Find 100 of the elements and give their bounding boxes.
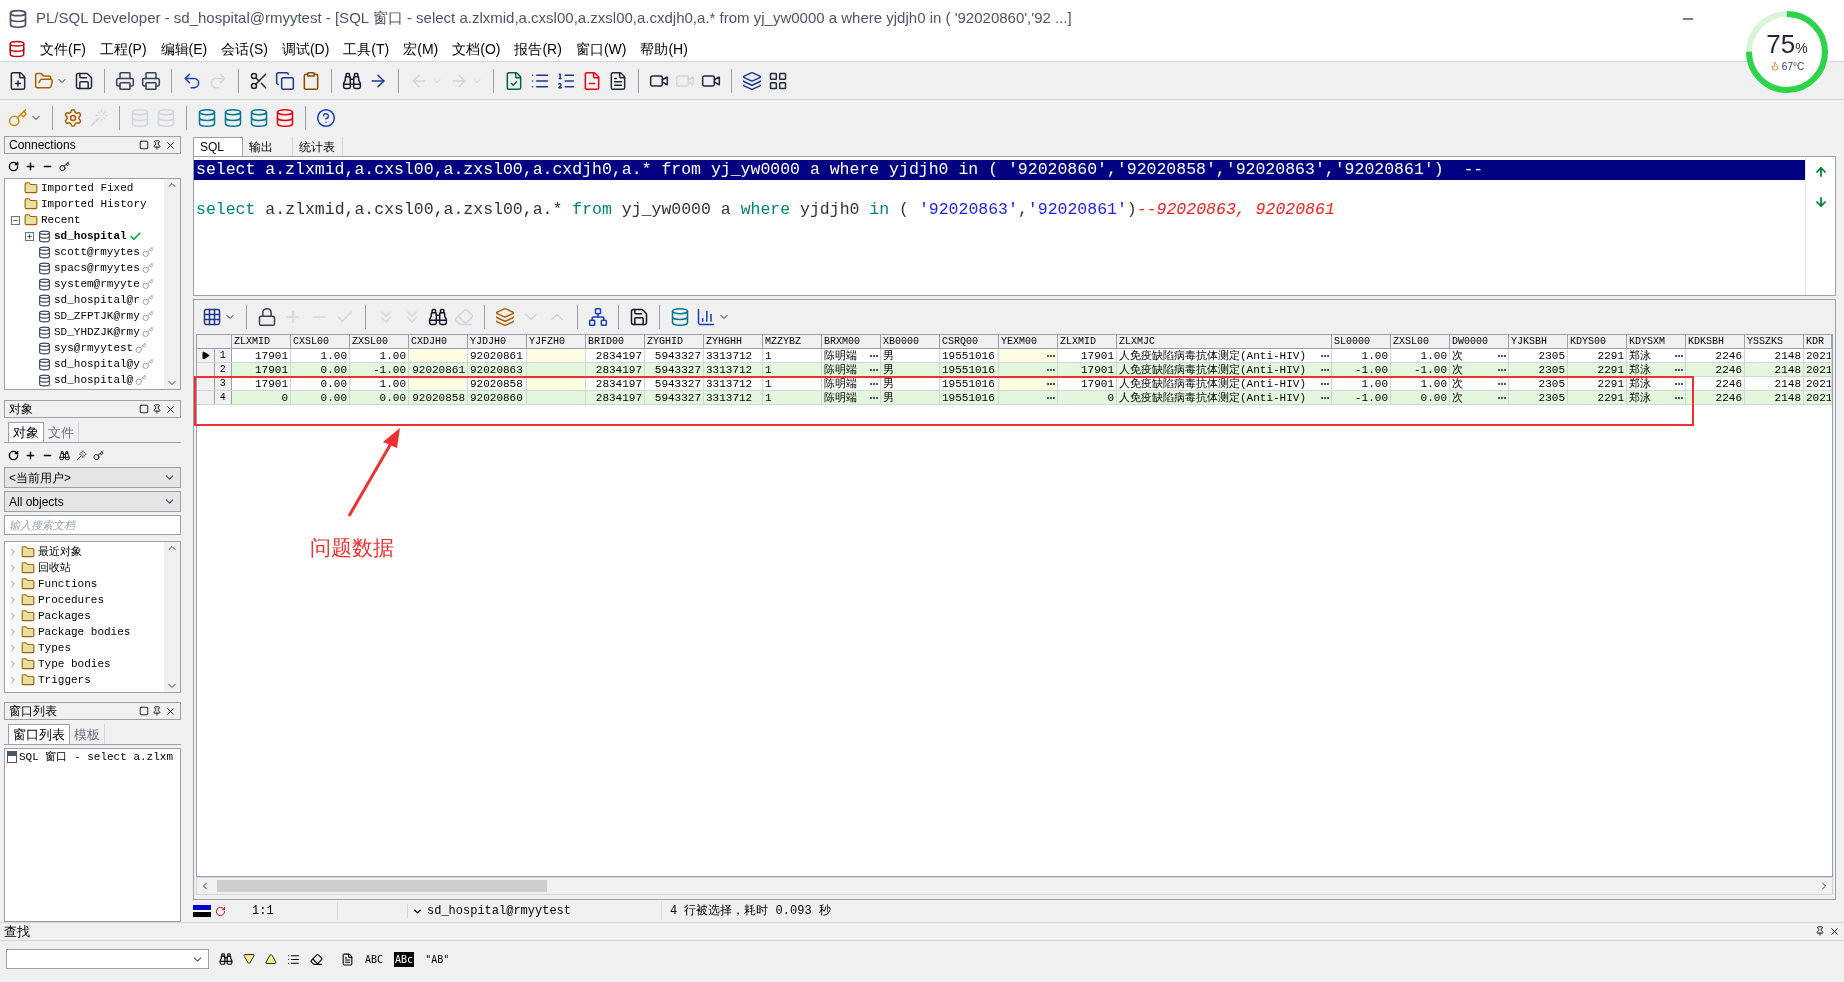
tree-item[interactable]: sd_hospital@r: [54, 291, 140, 309]
ellipsis-icon[interactable]: [1673, 396, 1683, 399]
column-header[interactable]: KDYS00: [1568, 335, 1627, 348]
down-triangle-icon[interactable]: [243, 953, 255, 965]
pin-icon[interactable]: [152, 404, 162, 414]
tree-item[interactable]: Functions: [38, 575, 98, 593]
save-icon[interactable]: [74, 70, 94, 91]
scrollbar-thumb[interactable]: [217, 880, 547, 892]
ellipsis-icon[interactable]: [1319, 368, 1329, 371]
tree-item[interactable]: spacs@rmyytes: [54, 259, 140, 277]
column-header[interactable]: BRID00: [586, 335, 645, 348]
column-header[interactable]: CXDJH0: [409, 335, 468, 348]
ellipsis-icon[interactable]: [1045, 368, 1055, 371]
scrollbar[interactable]: [164, 179, 180, 389]
document-icon[interactable]: [341, 952, 354, 966]
window-list-item[interactable]: SQL 窗口 - select a.zlxm: [19, 748, 174, 766]
binoculars-icon[interactable]: [428, 307, 448, 327]
close-icon[interactable]: [1829, 926, 1840, 937]
save-icon[interactable]: [629, 307, 649, 327]
menu-item[interactable]: 工程(P): [99, 38, 147, 60]
connection-name[interactable]: sd_hospital@rmyytest: [427, 902, 572, 920]
scrollbar[interactable]: [164, 542, 180, 692]
column-header[interactable]: ZXSL00: [350, 335, 409, 348]
user-dropdown[interactable]: <当前用户>: [4, 467, 181, 488]
ellipsis-icon[interactable]: [1045, 396, 1055, 399]
find-field[interactable]: [6, 949, 209, 969]
menu-item[interactable]: 窗口(W): [575, 38, 627, 60]
ellipsis-icon[interactable]: [868, 396, 878, 399]
tree-item[interactable]: sys@rmyytest: [54, 339, 134, 357]
tab[interactable]: 文件: [44, 422, 79, 442]
eraser-icon[interactable]: [310, 952, 323, 966]
column-header[interactable]: YJDJH0: [468, 335, 527, 348]
column-header[interactable]: DW0000: [1450, 335, 1509, 348]
tree-item[interactable]: Imported Fixed: [41, 179, 134, 197]
tree-item[interactable]: Triggers: [38, 671, 91, 689]
tree-item[interactable]: 最近对象: [38, 543, 82, 561]
menu-item[interactable]: 会话(S): [221, 38, 268, 60]
tree-item[interactable]: sd_hospital@: [54, 371, 134, 389]
column-header[interactable]: MZZYBZ: [763, 335, 822, 348]
column-header[interactable]: XB0000: [881, 335, 940, 348]
tree-item[interactable]: system@rmyyte: [54, 275, 140, 293]
ellipsis-icon[interactable]: [1496, 354, 1506, 357]
column-header[interactable]: CSRQ00: [940, 335, 999, 348]
tree-item[interactable]: SD_YHDZJK@rmy: [54, 323, 140, 341]
up-arrow-icon[interactable]: [1813, 165, 1828, 179]
column-header[interactable]: KDYSXM: [1627, 335, 1686, 348]
ellipsis-icon[interactable]: [1045, 382, 1055, 385]
float-icon[interactable]: [139, 140, 149, 150]
column-header[interactable]: YJFZH0: [527, 335, 586, 348]
refresh-icon[interactable]: [8, 449, 19, 461]
float-icon[interactable]: [139, 706, 149, 716]
column-header[interactable]: ZLXMJC: [1117, 335, 1332, 348]
ellipsis-icon[interactable]: [1319, 382, 1329, 385]
column-header[interactable]: YJKSBH: [1509, 335, 1568, 348]
search-field[interactable]: 输入搜索文档: [4, 515, 181, 535]
ellipsis-icon[interactable]: [1673, 354, 1683, 357]
tree-item[interactable]: Procedures: [38, 591, 104, 609]
ellipsis-icon[interactable]: [1673, 382, 1683, 385]
close-icon[interactable]: [165, 403, 176, 415]
document-icon[interactable]: [608, 70, 628, 91]
expand-icon[interactable]: [24, 231, 34, 241]
grid-icon[interactable]: [768, 70, 788, 91]
ellipsis-icon[interactable]: [1045, 354, 1055, 357]
ellipsis-icon[interactable]: [1496, 368, 1506, 371]
column-header[interactable]: SL0000: [1332, 335, 1391, 348]
up-triangle-icon[interactable]: [265, 953, 277, 965]
database-icon[interactable]: [670, 307, 690, 327]
tree-item[interactable]: sd_hospital@y: [54, 355, 140, 373]
menu-item[interactable]: 文件(F): [40, 38, 86, 60]
pin-icon[interactable]: [1815, 926, 1825, 936]
column-header[interactable]: YSSZKS: [1745, 335, 1804, 348]
lines-icon[interactable]: [287, 952, 300, 966]
new-file-icon[interactable]: [8, 70, 28, 91]
column-header[interactable]: ZYHGHH: [704, 335, 763, 348]
column-header[interactable]: ZXSL00: [1391, 335, 1450, 348]
binoculars-icon[interactable]: [219, 952, 233, 966]
gear-icon[interactable]: [63, 108, 83, 128]
database-icon[interactable]: [249, 108, 269, 128]
scrollbar[interactable]: [196, 877, 1833, 895]
pin-icon[interactable]: [152, 706, 162, 716]
database-icon[interactable]: [275, 108, 295, 128]
chart-icon[interactable]: [696, 307, 716, 327]
ellipsis-icon[interactable]: [1496, 382, 1506, 385]
tree-item[interactable]: Recent: [41, 211, 81, 229]
printer-icon[interactable]: [115, 70, 135, 91]
ellipsis-icon[interactable]: [1319, 354, 1329, 357]
float-icon[interactable]: [139, 404, 149, 414]
tab[interactable]: 对象: [8, 422, 44, 442]
binoculars-icon[interactable]: [342, 70, 362, 91]
tab[interactable]: 模板: [70, 724, 105, 744]
ellipsis-icon[interactable]: [868, 354, 878, 357]
collapse-icon[interactable]: [10, 215, 20, 225]
down-arrow-icon[interactable]: [1813, 195, 1828, 209]
ellipsis-icon[interactable]: [1319, 396, 1329, 399]
column-header[interactable]: ZLXMID: [1058, 335, 1117, 348]
option-toggle[interactable]: ABc: [394, 951, 415, 967]
menu-item[interactable]: 帮助(H): [640, 38, 688, 60]
close-icon[interactable]: [165, 139, 176, 151]
column-header[interactable]: ZYGHID: [645, 335, 704, 348]
tab[interactable]: SQL: [193, 137, 243, 156]
